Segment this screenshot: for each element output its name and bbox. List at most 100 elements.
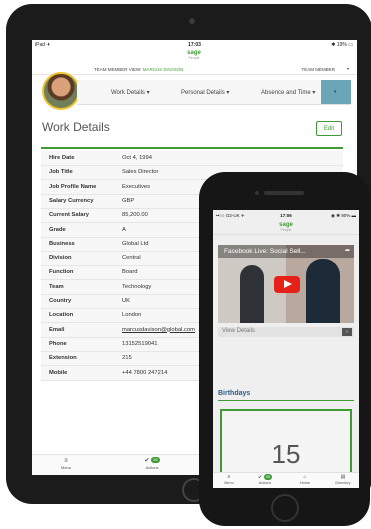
play-button[interactable]: [274, 276, 300, 293]
details-label: Grade: [49, 226, 66, 233]
iphone-header-divider: [213, 234, 359, 235]
tab-actions-label: Actions: [145, 465, 159, 470]
phone-tab-actions[interactable]: ✔ 26 Actions: [251, 474, 279, 486]
phone-tab-menu[interactable]: ≡ Menu: [215, 474, 243, 486]
details-value: Oct 4, 1994: [122, 155, 152, 161]
phone-tab-directory-label: Directory: [335, 481, 351, 485]
birthdays-count: 15: [271, 439, 301, 469]
details-label: Hire Date: [49, 155, 75, 161]
tab-personal-details-label: Personal Details: [181, 90, 225, 96]
actions-badge: 26: [151, 457, 160, 464]
ipad-status-time: 17:03: [188, 42, 201, 48]
sage-logo: sage People: [185, 50, 203, 60]
chevron-right-icon[interactable]: ›: [342, 328, 352, 336]
iphone-sage-logo-sub: People: [280, 228, 292, 232]
details-label: Job Title: [49, 169, 73, 176]
details-value: Technology: [122, 283, 152, 290]
phone-tab-home[interactable]: ⌂ Home: [291, 474, 319, 486]
details-label: Email: [49, 326, 65, 333]
directory-icon: ▤: [340, 474, 346, 480]
details-label: Function: [49, 269, 74, 276]
video-player[interactable]: Facebook Live: Social Sell... ➦: [218, 245, 354, 323]
team-member-view-name: MARCUS DAVISON: [142, 67, 184, 72]
iphone-device: ••○○ O2-UK ✈ 17:06 ◉ ✱ 90% ▬ sage People…: [199, 172, 370, 526]
tab-absence-and-time-label: Absence and Time: [261, 90, 311, 96]
phone-tab-actions-label: Actions: [258, 481, 272, 486]
section-nav: Work Details ▾ Personal Details ▾ Absenc…: [77, 80, 351, 105]
video-title-bar: Facebook Live: Social Sell... ➦: [218, 245, 354, 258]
iphone-screen: ••○○ O2-UK ✈ 17:06 ◉ ✱ 90% ▬ sage People…: [213, 210, 359, 488]
details-label: Phone: [49, 340, 67, 347]
details-value: Board: [122, 269, 138, 276]
share-icon[interactable]: ➦: [345, 247, 350, 254]
ipad-status-battery: ✱ 19% ▭: [331, 42, 353, 48]
tab-actions-icon: ✔ 26: [132, 457, 172, 465]
details-label: Salary Currency: [49, 197, 94, 204]
iphone-status-battery: ◉ ✱ 90% ▬: [331, 213, 356, 218]
phone-actions-badge: 26: [263, 474, 273, 480]
details-value: 85,200.00: [122, 212, 148, 219]
team-member-view-label: TEAM MEMBER VIEW:: [94, 67, 142, 72]
chevron-down-icon: ▾: [334, 89, 337, 95]
details-label: Division: [49, 255, 72, 262]
chevron-down-icon: ▾: [312, 90, 316, 96]
tab-menu-label: Menu: [60, 465, 71, 470]
tab-work-details-label: Work Details: [111, 90, 145, 96]
details-value: Central: [122, 255, 141, 262]
details-value: Global Ltd: [122, 240, 149, 247]
nav-more-button[interactable]: ▾: [321, 80, 351, 104]
tab-absence-and-time[interactable]: Absence and Time ▾: [261, 89, 315, 96]
details-label: Mobile: [49, 369, 68, 376]
details-value: Sales Director: [122, 169, 159, 176]
details-value: London: [122, 312, 142, 319]
email-link[interactable]: marcusdavison@global.com: [122, 327, 195, 333]
details-row: Hire Date Oct 4, 1994: [41, 151, 343, 166]
phone-tab-menu-label: Menu: [224, 481, 234, 485]
team-member-bar: TEAM MEMBER VIEW: MARCUS DAVISON TEAM ME…: [32, 64, 357, 75]
edit-button[interactable]: Edit: [316, 121, 342, 136]
iphone-home-button[interactable]: [271, 494, 299, 522]
tab-menu[interactable]: ≡ Menu: [46, 457, 86, 471]
iphone-camera: [255, 191, 259, 195]
menu-icon: ≡: [227, 474, 231, 480]
details-value: A: [122, 226, 126, 233]
check-icon: ✔: [144, 458, 150, 464]
menu-icon: ≡: [64, 458, 68, 464]
sage-logo-sub: People: [188, 56, 200, 60]
iphone-tab-bar: ≡ Menu ✔ 26 Actions ⌂ Home ▤ Directory: [213, 472, 359, 488]
section-divider: [41, 147, 343, 149]
details-value: UK: [122, 298, 131, 304]
play-icon: [284, 280, 292, 288]
chevron-down-icon: ▾: [226, 90, 230, 96]
iphone-speaker: [264, 191, 304, 195]
details-value: 215: [122, 355, 132, 362]
chevron-down-icon: ▾: [146, 90, 150, 96]
details-label: Job Profile Name: [49, 183, 97, 190]
details-label: Country: [49, 298, 72, 304]
tab-personal-details[interactable]: Personal Details ▾: [181, 89, 229, 96]
details-value: GBP: [122, 197, 135, 204]
check-icon: ✔: [257, 474, 263, 481]
tab-actions[interactable]: ✔ 26 Actions: [132, 457, 172, 471]
phone-tab-directory[interactable]: ▤ Directory: [329, 474, 357, 486]
phone-tab-actions-icon: ✔ 26: [251, 474, 279, 481]
video-person-left: [240, 265, 264, 323]
details-value: 13152519041: [122, 340, 158, 347]
avatar: [42, 72, 80, 110]
details-label: Location: [49, 312, 74, 319]
iphone-sage-logo: sage People: [277, 222, 295, 232]
view-details-row[interactable]: View Details ›: [218, 327, 354, 337]
video-person-right: [306, 259, 340, 323]
video-title: Facebook Live: Social Sell...: [224, 248, 306, 255]
team-member-dropdown-caret-icon[interactable]: ▾: [347, 66, 349, 71]
birthdays-title: Birthdays: [218, 390, 251, 397]
details-label: Current Salary: [49, 212, 89, 219]
details-value: Executives: [122, 183, 151, 190]
details-label: Extension: [49, 355, 77, 362]
page-title: Work Details: [42, 120, 110, 134]
iphone-status-bar: ••○○ O2-UK ✈ 17:06 ◉ ✱ 90% ▬: [213, 210, 359, 220]
view-details-label: View Details: [222, 328, 255, 334]
team-member-view: TEAM MEMBER VIEW: MARCUS DAVISON: [94, 67, 183, 72]
tab-work-details[interactable]: Work Details ▾: [111, 89, 150, 96]
team-member-dropdown[interactable]: TEAM MEMBER: [301, 67, 335, 72]
